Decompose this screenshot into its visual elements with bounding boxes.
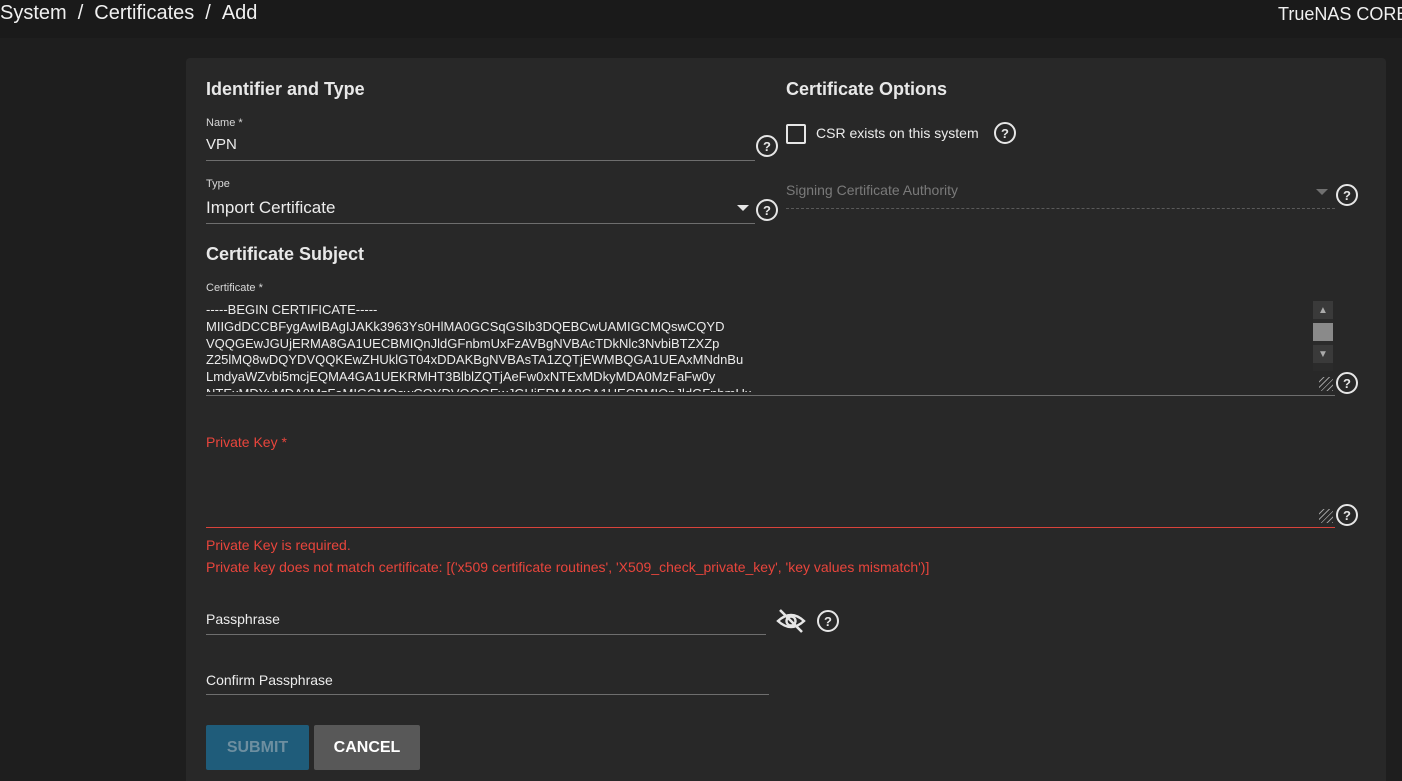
- private-key-mismatch-error: Private key does not match certificate: …: [206, 559, 930, 575]
- help-icon[interactable]: ?: [756, 199, 778, 221]
- cancel-button[interactable]: CANCEL: [314, 725, 420, 770]
- help-icon[interactable]: ?: [1336, 372, 1358, 394]
- help-icon[interactable]: ?: [994, 122, 1016, 144]
- breadcrumb-separator: /: [77, 2, 84, 24]
- name-input-underline: [206, 160, 755, 161]
- type-field-label: Type: [206, 178, 230, 190]
- caret-down-icon[interactable]: [737, 205, 749, 211]
- help-icon[interactable]: ?: [1336, 504, 1358, 526]
- signing-authority-underline: [786, 208, 1335, 209]
- name-field-label: Name *: [206, 117, 243, 129]
- private-key-required-error: Private Key is required.: [206, 537, 351, 553]
- certificate-scrollbar[interactable]: ▲ ▼: [1313, 301, 1333, 371]
- help-icon[interactable]: ?: [1336, 184, 1358, 206]
- breadcrumb-system[interactable]: System: [0, 2, 67, 25]
- scroll-down-icon[interactable]: ▼: [1313, 345, 1333, 363]
- confirm-passphrase-underline: [206, 694, 769, 695]
- breadcrumb: System / Certificates / Add: [0, 2, 257, 25]
- private-key-textarea[interactable]: [206, 458, 1306, 524]
- resize-grip-icon[interactable]: [1319, 509, 1333, 523]
- subject-section-title: Certificate Subject: [206, 244, 365, 264]
- certificate-textarea-underline: [206, 395, 1335, 396]
- csr-checkbox[interactable]: [786, 124, 806, 144]
- signing-authority-select: Signing Certificate Authority: [786, 182, 958, 198]
- top-bar: System / Certificates / Add TrueNAS CORE…: [0, 0, 1402, 38]
- certificate-field-label: Certificate *: [206, 282, 263, 294]
- brand-name: TrueNAS CORE®: [1278, 4, 1402, 24]
- scroll-up-icon[interactable]: ▲: [1313, 301, 1333, 319]
- scroll-thumb[interactable]: [1313, 323, 1333, 341]
- type-select[interactable]: Import Certificate: [206, 198, 335, 218]
- confirm-passphrase-input[interactable]: Confirm Passphrase: [206, 672, 333, 688]
- private-key-textarea-underline: [206, 527, 1335, 528]
- caret-down-icon: [1316, 189, 1328, 195]
- passphrase-input[interactable]: Passphrase: [206, 611, 280, 627]
- breadcrumb-add: Add: [221, 2, 258, 24]
- help-icon[interactable]: ?: [817, 610, 839, 632]
- certificate-form-card: Identifier and Type Name * VPN ? Type Im…: [186, 58, 1386, 781]
- submit-button[interactable]: SUBMIT: [206, 725, 309, 770]
- private-key-field-label: Private Key *: [206, 434, 287, 450]
- resize-grip-icon[interactable]: [1319, 377, 1333, 391]
- csr-checkbox-label: CSR exists on this system: [816, 125, 979, 141]
- breadcrumb-certificates[interactable]: Certificates: [94, 2, 194, 25]
- breadcrumb-separator: /: [205, 2, 211, 24]
- passphrase-underline: [206, 634, 766, 635]
- identifier-section-title: Identifier and Type: [206, 79, 365, 99]
- name-input[interactable]: VPN: [206, 136, 237, 153]
- help-icon[interactable]: ?: [756, 135, 778, 157]
- certificate-textarea[interactable]: -----BEGIN CERTIFICATE----- MIIGdDCCBFyg…: [206, 302, 1306, 392]
- options-section-title: Certificate Options: [786, 79, 948, 99]
- eye-off-icon[interactable]: [776, 608, 806, 634]
- type-select-underline: [206, 223, 755, 224]
